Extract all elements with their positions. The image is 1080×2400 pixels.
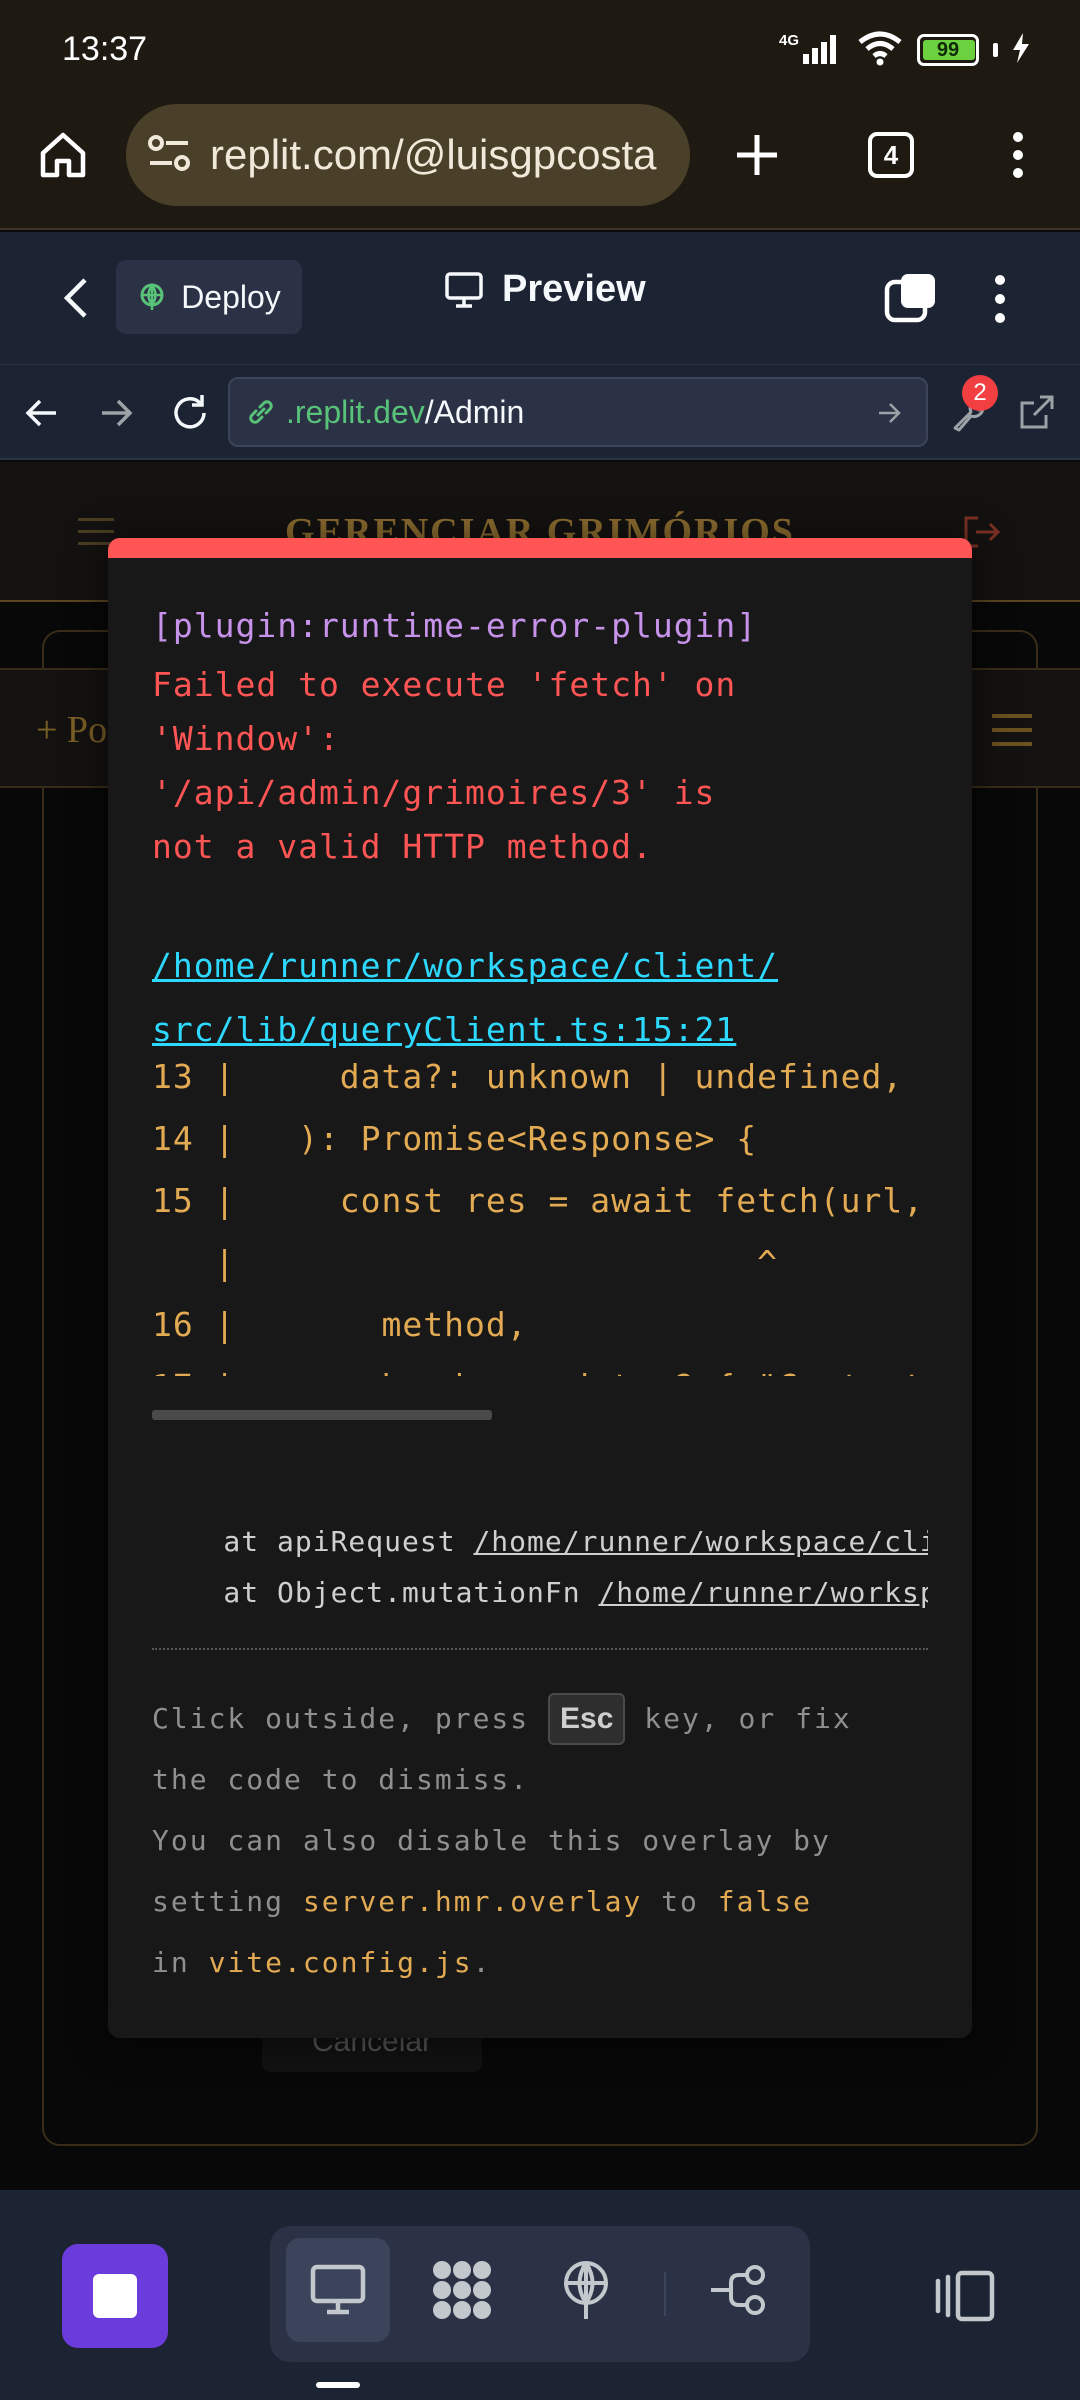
replit-menu-button[interactable] xyxy=(982,270,1018,328)
code-line: 17 | headers: data ? { "Content-Type": "… xyxy=(152,1356,928,1376)
preview-tool-button[interactable] xyxy=(286,2238,390,2342)
file-link-location[interactable]: src/lib/queryClient.ts:15:21 xyxy=(152,1010,942,1049)
home-indicator xyxy=(316,2382,360,2388)
reload-button[interactable] xyxy=(166,389,214,437)
deploy-button[interactable]: Deploy xyxy=(116,260,302,334)
network-type: 4G xyxy=(778,31,799,49)
apps-grid-icon xyxy=(433,2261,491,2319)
tool-group xyxy=(270,2226,810,2362)
tab-count: 4 xyxy=(868,132,914,178)
dismiss-tip: Click outside, press Esc key, or fix the… xyxy=(152,1688,942,1993)
panels-toggle-button[interactable] xyxy=(930,2256,1000,2336)
git-tool-button[interactable] xyxy=(688,2238,792,2342)
preview-forward-button[interactable] xyxy=(94,391,138,435)
stack-line: at Object.mutationFn /home/runner/worksp… xyxy=(152,1567,928,1618)
stack-line: at apiRequest /home/runner/workspace/cli… xyxy=(152,1516,928,1567)
config-file: vite.config.js xyxy=(208,1946,473,1979)
code-line: | ^ xyxy=(152,1243,779,1282)
more-vertical-icon xyxy=(995,275,1005,323)
code-line: 16 | method, xyxy=(152,1305,528,1344)
code-frame[interactable]: 13 | data?: unknown | undefined, 14 | ):… xyxy=(152,1046,928,1376)
plugin-name: [plugin:runtime-error-plugin] xyxy=(152,606,758,645)
tool-separator xyxy=(664,2272,666,2316)
workspace-tool-button[interactable] xyxy=(410,2238,514,2342)
battery-cap xyxy=(993,43,998,57)
sidebar-toggle-icon xyxy=(935,2270,995,2322)
signal-icon xyxy=(803,32,843,69)
tabs-switcher-icon xyxy=(884,274,935,323)
code-line: 15 | const res = await fetch(url, { xyxy=(152,1181,928,1220)
git-branch-icon xyxy=(711,2265,765,2315)
browser-toolbar: replit.com/@luisgpcosta 4 xyxy=(0,100,1080,230)
deploy-icon xyxy=(564,2261,608,2319)
open-new-tab-button[interactable] xyxy=(1014,389,1060,435)
error-count-badge: 2 xyxy=(962,375,998,411)
preview-url-path: /Admin xyxy=(424,393,525,430)
deploy-label: Deploy xyxy=(181,278,281,315)
app-new-button-label: + Po xyxy=(36,709,108,751)
stack-trace: at apiRequest /home/runner/workspace/cli… xyxy=(152,1516,928,1618)
stop-icon xyxy=(93,2274,137,2318)
url-text: replit.com/@luisgpcosta xyxy=(210,131,657,178)
external-link-icon xyxy=(1020,395,1054,429)
error-message: Failed to execute 'fetch' on 'Window': '… xyxy=(152,665,737,866)
tabs-switcher-button[interactable] xyxy=(878,266,944,330)
deployments-tool-button[interactable] xyxy=(534,2238,638,2342)
browser-menu-button[interactable] xyxy=(1000,122,1036,188)
bottom-nav xyxy=(0,2190,1080,2400)
tabs-button[interactable]: 4 xyxy=(858,122,924,188)
stack-link[interactable]: /home/runner/workspace/client/src/pages/… xyxy=(598,1576,928,1609)
deploy-icon xyxy=(140,283,164,310)
code-line: 14 | ): Promise<Response> { xyxy=(152,1119,758,1158)
overlay-divider xyxy=(152,1648,928,1650)
go-arrow-icon xyxy=(879,403,901,423)
monitor-icon xyxy=(445,271,483,308)
home-button[interactable] xyxy=(30,122,96,188)
esc-key: Esc xyxy=(548,1693,626,1745)
arrow-right-icon xyxy=(102,399,133,427)
monitor-icon xyxy=(310,2264,366,2315)
battery-level: 99 xyxy=(936,38,960,61)
wifi-icon xyxy=(857,30,903,71)
refresh-icon xyxy=(174,395,206,429)
plus-icon xyxy=(737,135,777,175)
stack-link[interactable]: /home/runner/workspace/client/src/lib/qu… xyxy=(473,1525,928,1558)
chevron-left-icon xyxy=(63,278,87,318)
arrow-left-icon xyxy=(25,399,56,427)
code-horizontal-scrollbar[interactable] xyxy=(152,1410,492,1420)
config-key: server.hmr.overlay xyxy=(302,1885,643,1918)
stop-button[interactable] xyxy=(62,2244,168,2348)
status-time: 13:37 xyxy=(62,30,148,68)
error-overlay[interactable]: [plugin:runtime-error-plugin] Failed to … xyxy=(108,538,972,2038)
charging-icon xyxy=(1012,32,1030,68)
preview-url-field[interactable]: .replit.dev/Admin xyxy=(228,377,928,447)
status-icons: 4G 99 xyxy=(779,30,1030,70)
url-bar[interactable]: replit.com/@luisgpcosta xyxy=(126,104,690,206)
file-link[interactable]: /home/runner/workspace/client/ xyxy=(152,946,942,985)
replit-header: Deploy Preview xyxy=(0,232,1080,364)
preview-back-button[interactable] xyxy=(20,391,64,435)
more-vertical-icon xyxy=(1013,132,1023,178)
battery-icon: 99 xyxy=(917,34,979,66)
preview-address-row: .replit.dev/Admin 2 xyxy=(0,364,1080,460)
overlay-accent-bar xyxy=(108,538,972,558)
back-button[interactable] xyxy=(50,270,100,326)
preview-url-domain: .replit.dev xyxy=(286,393,425,430)
home-icon xyxy=(40,132,86,178)
config-value: false xyxy=(717,1885,813,1918)
preview-label: Preview xyxy=(502,268,646,310)
new-tab-button[interactable] xyxy=(724,122,790,188)
code-line: 13 | data?: unknown | undefined, xyxy=(152,1057,904,1096)
status-bar: 13:37 4G 99 xyxy=(0,0,1080,100)
preview-tab-title: Preview xyxy=(444,268,646,311)
menu-icon xyxy=(992,714,1032,746)
link-icon xyxy=(249,400,273,424)
site-settings-icon[interactable] xyxy=(148,133,192,178)
